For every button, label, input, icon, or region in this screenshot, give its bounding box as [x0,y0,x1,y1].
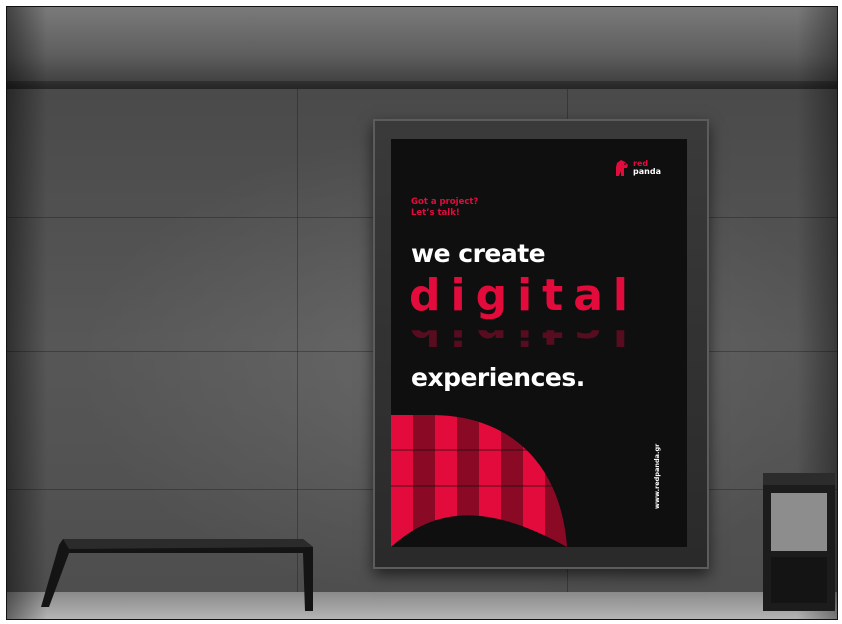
logo-text-panda: panda [633,167,661,176]
bus-stop-scene: red panda Got a project? Let’s talk! we … [6,6,838,620]
bench [41,539,313,611]
headline-experiences: experiences. [411,363,585,392]
advertising-poster: red panda Got a project? Let’s talk! we … [391,139,687,547]
website-url: www.redpanda.gr [653,443,661,509]
brand-logo: red panda [615,159,661,177]
tagline-line-1: Got a project? [411,197,479,207]
poster-tagline: Got a project? Let’s talk! [411,197,478,219]
red-panda-icon [616,160,629,176]
ceiling-edge [7,81,837,89]
tagline-line-2: Let’s talk! [411,208,460,218]
headline-we-create: we create [411,239,546,268]
poster-frame: red panda Got a project? Let’s talk! we … [373,119,709,569]
headline-digital: digital [409,270,638,321]
trash-bin [763,473,835,611]
ceiling [7,7,837,87]
striped-graphic [391,415,567,547]
